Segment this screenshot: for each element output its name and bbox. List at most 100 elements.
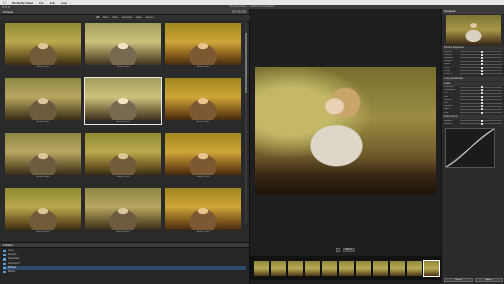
preset-thumbnail[interactable]: Avalon Warm [5, 188, 81, 234]
slider-handle[interactable] [481, 56, 483, 59]
preset-thumbnail[interactable]: Avalon Glow [85, 23, 161, 69]
preset-thumbnail[interactable]: Avalon Glow [5, 23, 81, 69]
slider-track[interactable] [460, 111, 502, 114]
slider-handle[interactable] [481, 89, 483, 92]
tab-all[interactable]: All [96, 16, 99, 19]
scrollbar-knob[interactable] [245, 33, 247, 93]
slider-handle[interactable] [481, 69, 483, 72]
apply-button[interactable]: Apply [474, 278, 503, 282]
slider-handle[interactable] [481, 92, 483, 95]
slider-track[interactable] [460, 89, 502, 92]
slider-track[interactable] [460, 53, 502, 56]
filmstrip-thumbnail[interactable] [407, 260, 422, 276]
slider-handle[interactable] [481, 98, 483, 101]
slider-track[interactable] [460, 92, 502, 95]
preset-image[interactable] [85, 133, 161, 175]
tab-main[interactable]: Main [103, 16, 108, 19]
cancel-button[interactable]: Cancel [444, 278, 473, 282]
slider-handle[interactable] [481, 108, 483, 111]
menu-edit[interactable]: Edit [50, 1, 55, 5]
window-controls[interactable] [2, 6, 10, 8]
slider-track[interactable] [460, 66, 502, 69]
slider-handle[interactable] [481, 63, 483, 66]
zoom-dot[interactable] [8, 6, 10, 8]
preview-photo[interactable] [255, 67, 436, 194]
preset-thumbnail[interactable]: Avalon Warm [165, 78, 241, 124]
preset-image[interactable] [165, 188, 241, 230]
preset-image[interactable] [165, 133, 241, 175]
menu-help[interactable]: Help [61, 1, 67, 5]
tab-edits[interactable]: Edits [136, 16, 142, 19]
tab-favorites[interactable]: Favorites [122, 16, 132, 19]
tab-mine[interactable]: Mine [113, 16, 118, 19]
preset-image[interactable] [165, 78, 241, 120]
preset-thumbnail[interactable]: Avalon Glow [165, 23, 241, 69]
slider-handle[interactable] [481, 86, 483, 89]
filmstrip-thumbnail[interactable] [254, 260, 269, 276]
slider-track[interactable] [460, 63, 502, 66]
preset-image[interactable] [165, 23, 241, 65]
list-view-icon[interactable] [237, 10, 241, 13]
slider-handle[interactable] [481, 66, 483, 69]
preset-image[interactable] [85, 188, 161, 230]
preset-thumbnail[interactable]: Avalon Pastel [84, 77, 162, 125]
slider-track[interactable] [460, 72, 502, 75]
filmstrip-thumbnail[interactable] [288, 260, 303, 276]
filmstrip-thumbnail[interactable] [390, 260, 405, 276]
slider-handle[interactable] [481, 119, 483, 122]
grid-view-icon[interactable] [232, 10, 236, 13]
preset-thumbnail[interactable]: Avalon Glow [165, 188, 241, 234]
preset-image[interactable] [5, 133, 81, 175]
preset-thumbnail[interactable]: Avalon Sepia [5, 133, 81, 179]
preset-thumbnail[interactable]: Avalon Vivid [85, 133, 161, 179]
filmstrip-thumbnail[interactable] [271, 260, 286, 276]
slider-track[interactable] [460, 56, 502, 59]
menu-file[interactable]: File [39, 1, 44, 5]
tone-curve-graph[interactable] [445, 127, 495, 168]
folder-item[interactable]: Movies [3, 270, 246, 274]
preset-image[interactable] [5, 23, 81, 65]
preset-image[interactable] [85, 23, 161, 65]
filmstrip-thumbnail[interactable] [322, 260, 337, 276]
before-after-toggle[interactable]: Before [342, 248, 356, 252]
slider-track[interactable] [460, 102, 502, 105]
minimize-dot[interactable] [5, 6, 7, 8]
slider-track[interactable] [460, 105, 502, 108]
slider-track[interactable] [460, 50, 502, 53]
close-dot[interactable] [2, 6, 4, 8]
slider-handle[interactable] [481, 122, 483, 125]
slider-track[interactable] [460, 60, 502, 63]
slider-track[interactable] [460, 86, 502, 89]
compare-icon[interactable] [335, 248, 340, 252]
preset-image[interactable] [5, 188, 81, 230]
slider-handle[interactable] [481, 111, 483, 114]
preset-image[interactable] [5, 78, 81, 120]
navigator-thumbnail[interactable] [446, 15, 501, 45]
preset-image[interactable] [85, 78, 161, 120]
slider-handle[interactable] [481, 50, 483, 53]
slider-handle[interactable] [481, 102, 483, 105]
large-view-icon[interactable] [242, 10, 246, 13]
slider-handle[interactable] [481, 72, 483, 75]
filmstrip-thumbnail[interactable] [373, 260, 388, 276]
menu-app-name[interactable]: Perfectly Clear [12, 1, 33, 5]
preset-thumbnail[interactable]: Avalon Warm [85, 188, 161, 234]
slider-track[interactable] [460, 108, 502, 111]
preset-thumbnail[interactable]: Avalon Vivid [165, 133, 241, 179]
slider-track[interactable] [460, 98, 502, 101]
filmstrip-thumbnail[interactable] [423, 259, 440, 277]
slider-handle[interactable] [481, 105, 483, 108]
slider-track[interactable] [460, 119, 502, 122]
preset-thumbnail[interactable]: Avalon Matte [5, 78, 81, 124]
tab-recent[interactable]: Recent [146, 16, 154, 19]
section-header[interactable]: Crop and Rotate [442, 76, 504, 81]
filmstrip-thumbnail[interactable] [305, 260, 320, 276]
slider-track[interactable] [460, 122, 502, 125]
slider-handle[interactable] [481, 95, 483, 98]
slider-handle[interactable] [481, 60, 483, 63]
filmstrip-thumbnail[interactable] [339, 260, 354, 276]
presets-scrollbar[interactable] [245, 23, 247, 223]
slider-track[interactable] [460, 69, 502, 72]
filmstrip-thumbnail[interactable] [356, 260, 371, 276]
slider-handle[interactable] [481, 53, 483, 56]
